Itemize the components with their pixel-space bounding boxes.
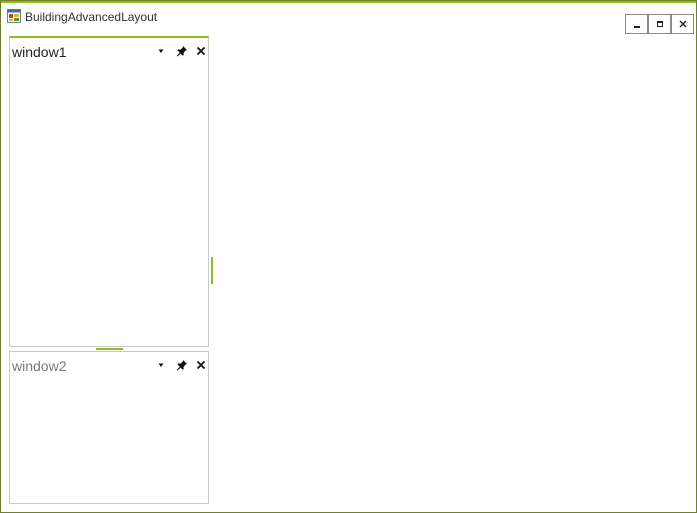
splitter-grip: [96, 348, 123, 350]
pane-title: window2: [12, 358, 67, 374]
window-title: BuildingAdvancedLayout: [25, 10, 158, 24]
pane-title: window1: [12, 44, 67, 60]
vertical-splitter[interactable]: [209, 37, 214, 505]
maximize-icon: [656, 21, 663, 27]
close-icon: [196, 360, 206, 370]
pane-menu-button[interactable]: [154, 358, 168, 372]
app-window: BuildingAdvancedLayout window1 window2: [0, 0, 697, 513]
document-area: [215, 37, 691, 505]
dock-pane-window1[interactable]: window1: [9, 36, 209, 347]
dropdown-arrow-icon: [158, 363, 164, 367]
close-icon: [679, 20, 686, 28]
pane-close-button[interactable]: [194, 358, 208, 372]
dropdown-arrow-icon: [158, 49, 164, 53]
maximize-button[interactable]: [648, 14, 671, 34]
splitter-grip: [211, 257, 213, 284]
minimize-icon: [633, 26, 640, 28]
pin-icon: [176, 46, 187, 57]
pane-close-button[interactable]: [194, 44, 208, 58]
pane-menu-button[interactable]: [154, 44, 168, 58]
dock-pane-window2[interactable]: window2: [9, 351, 209, 504]
pane-pin-button[interactable]: [175, 358, 189, 372]
pin-icon: [176, 360, 187, 371]
close-icon: [196, 46, 206, 56]
minimize-button[interactable]: [625, 14, 648, 34]
titlebar[interactable]: BuildingAdvancedLayout: [1, 3, 696, 34]
pane-pin-button[interactable]: [175, 44, 189, 58]
app-icon: [7, 9, 21, 23]
close-button[interactable]: [671, 14, 694, 34]
